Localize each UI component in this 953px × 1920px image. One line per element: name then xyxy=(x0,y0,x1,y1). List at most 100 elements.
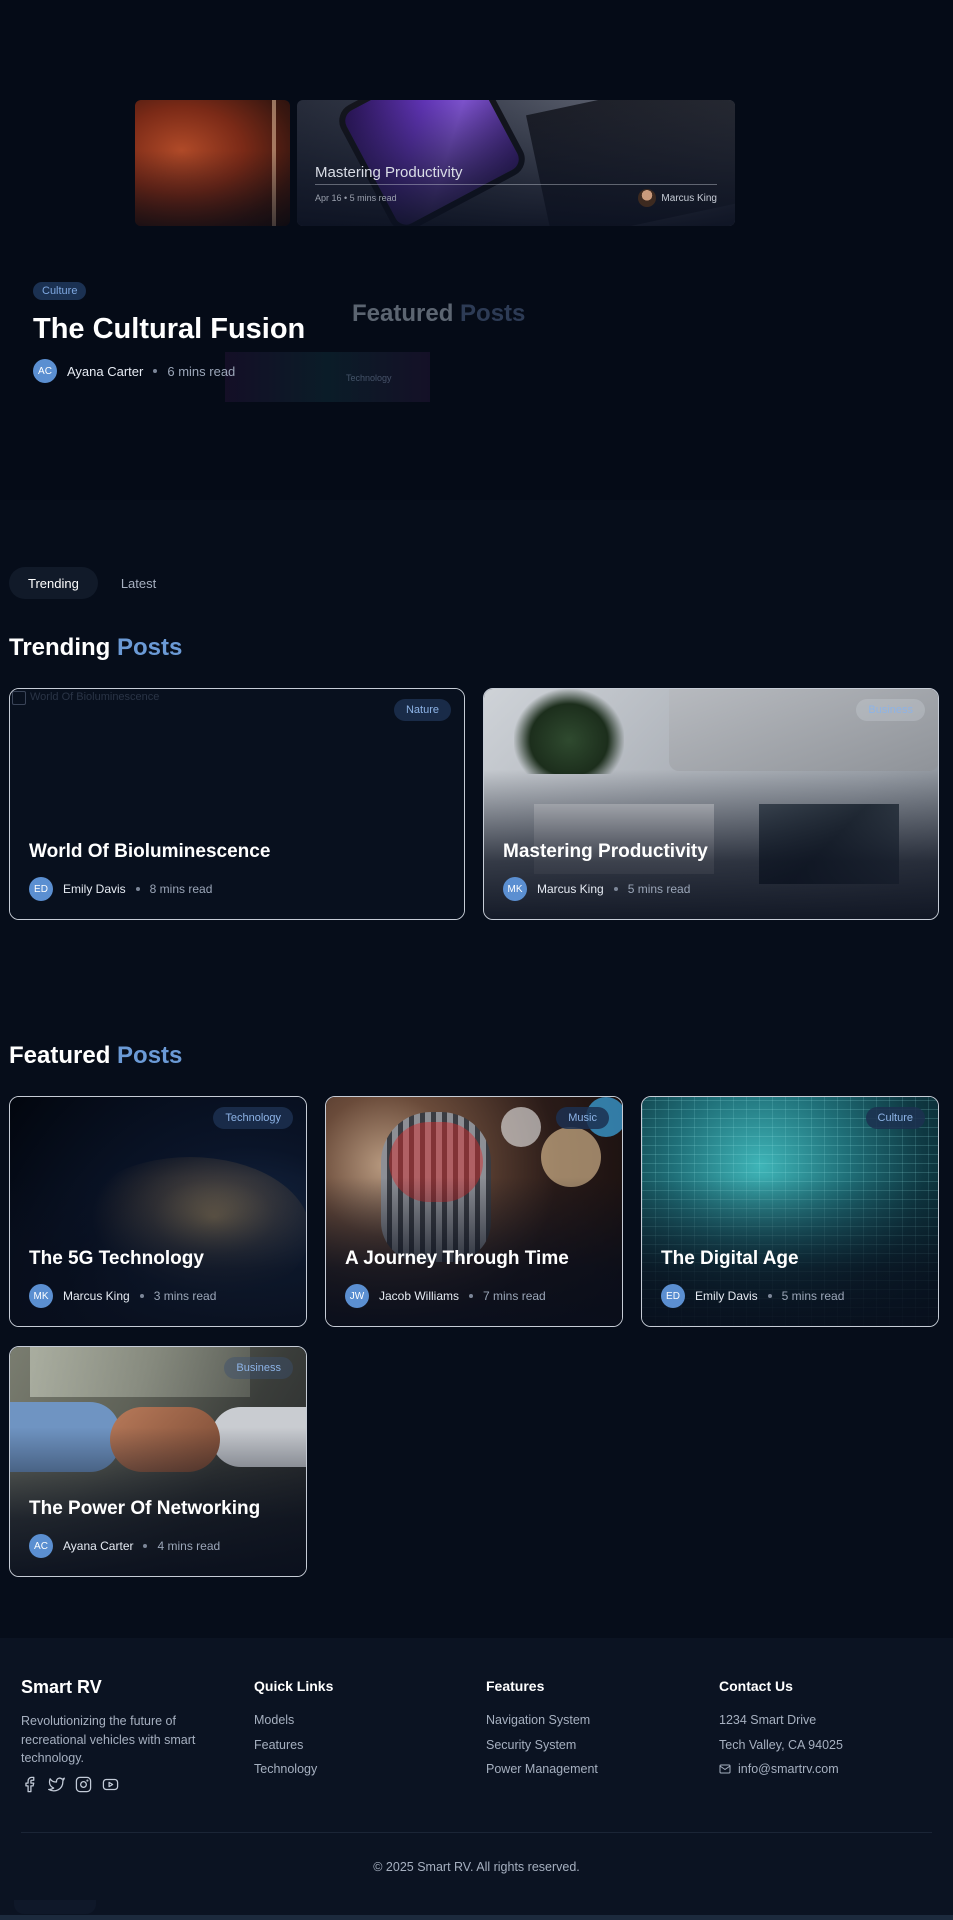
footer-link-models[interactable]: Models xyxy=(254,1708,333,1733)
contact-email-text: info@smartrv.com xyxy=(738,1762,839,1777)
mail-icon xyxy=(719,1764,731,1774)
footer-features: Features Navigation System Security Syst… xyxy=(486,1678,598,1782)
slide-author: Marcus King xyxy=(638,189,717,207)
post-title[interactable]: The 5G Technology xyxy=(29,1248,204,1270)
footer-link-technology[interactable]: Technology xyxy=(254,1757,333,1782)
avatar: JW xyxy=(345,1284,369,1308)
ghost-title-primary: Featured xyxy=(352,300,461,327)
bottom-border xyxy=(0,1915,953,1920)
avatar: MK xyxy=(503,877,527,901)
footer-link-features[interactable]: Features xyxy=(254,1733,333,1758)
read-time: 8 mins read xyxy=(149,882,213,896)
footer-heading: Quick Links xyxy=(254,1678,334,1694)
footer-heading: Features xyxy=(486,1678,545,1694)
author-name: Jacob Williams xyxy=(379,1289,460,1303)
avatar: ED xyxy=(661,1284,685,1308)
post-title[interactable]: A Journey Through Time xyxy=(345,1248,569,1270)
slide-author-name: Marcus King xyxy=(661,192,717,204)
separator-dot xyxy=(153,369,158,373)
separator-dot xyxy=(469,1294,474,1298)
slide-title: Mastering Productivity xyxy=(315,164,463,181)
post-card[interactable]: World Of Bioluminescence Nature World Of… xyxy=(9,688,465,920)
section-title-accent: Posts xyxy=(117,634,183,661)
section-title-accent: Posts xyxy=(117,1042,183,1069)
post-card[interactable]: Culture The Digital Age ED Emily Davis 5… xyxy=(641,1096,939,1327)
read-time: 7 mins read xyxy=(483,1289,546,1303)
post-tabs: Trending Latest xyxy=(9,567,175,599)
avatar: AC xyxy=(33,359,57,383)
separator-dot xyxy=(613,887,618,891)
post-card[interactable]: Business The Power Of Networking AC Ayan… xyxy=(9,1346,307,1577)
post-meta: JW Jacob Williams 7 mins read xyxy=(345,1284,546,1308)
slide-image-fabric xyxy=(525,100,735,226)
author-name: Ayana Carter xyxy=(63,1539,134,1553)
category-badge[interactable]: Technology xyxy=(213,1107,293,1129)
contact-address-line2: Tech Valley, CA 94025 xyxy=(719,1737,843,1752)
separator-dot xyxy=(135,887,140,891)
category-badge[interactable]: Business xyxy=(856,699,925,721)
post-meta: MK Marcus King 3 mins read xyxy=(29,1284,216,1308)
category-badge[interactable]: Business xyxy=(224,1357,293,1379)
social-links xyxy=(21,1776,119,1793)
post-title[interactable]: The Digital Age xyxy=(661,1248,799,1270)
avatar: MK xyxy=(29,1284,53,1308)
read-time: 4 mins read xyxy=(157,1539,221,1553)
category-badge[interactable]: Nature xyxy=(393,699,451,721)
read-time: 5 mins read xyxy=(781,1289,845,1303)
hero-category-badge[interactable]: Culture xyxy=(33,282,87,300)
slide-image-detail xyxy=(272,100,276,226)
tab-trending[interactable]: Trending xyxy=(9,567,98,599)
read-time: 6 mins read xyxy=(167,363,236,379)
footer-link-navigation-system[interactable]: Navigation System xyxy=(486,1708,598,1733)
footer-divider xyxy=(21,1832,932,1833)
post-meta: ED Emily Davis 5 mins read xyxy=(661,1284,844,1308)
author-name: Ayana Carter xyxy=(67,363,144,379)
facebook-icon[interactable] xyxy=(21,1776,38,1793)
hero-title[interactable]: The Cultural Fusion xyxy=(33,313,305,346)
twitter-icon[interactable] xyxy=(48,1776,65,1793)
contact-email[interactable]: info@smartrv.com xyxy=(719,1757,843,1782)
separator-dot xyxy=(767,1294,772,1298)
section-title-primary: Featured xyxy=(9,1042,118,1069)
author-name: Emily Davis xyxy=(695,1289,758,1303)
slide-image-phone xyxy=(332,100,532,226)
separator-dot xyxy=(143,1544,148,1548)
hero-slide-thumbnail-current[interactable]: Mastering Productivity Apr 16 • 5 mins r… xyxy=(297,100,735,226)
post-title[interactable]: Mastering Productivity xyxy=(503,841,708,863)
post-card[interactable]: Technology The 5G Technology MK Marcus K… xyxy=(9,1096,307,1327)
trending-section-title: Trending Posts xyxy=(9,634,182,662)
tab-latest[interactable]: Latest xyxy=(102,567,175,599)
footer-description: Revolutionizing the future of recreation… xyxy=(21,1714,196,1765)
hero-ghost-tag: Technology xyxy=(346,373,392,383)
post-card[interactable]: Music A Journey Through Time JW Jacob Wi… xyxy=(325,1096,623,1327)
post-title[interactable]: World Of Bioluminescence xyxy=(29,841,270,863)
footer-quick-links: Quick Links Models Features Technology xyxy=(254,1678,333,1782)
footer-heading: Contact Us xyxy=(719,1678,793,1694)
category-badge[interactable]: Culture xyxy=(865,1107,925,1129)
footer-link-security-system[interactable]: Security System xyxy=(486,1733,598,1758)
copyright: © 2025 Smart RV. All rights reserved. xyxy=(373,1860,580,1874)
post-card[interactable]: Business Mastering Productivity MK Marcu… xyxy=(483,688,939,920)
author-name: Marcus King xyxy=(537,882,604,896)
read-time: 5 mins read xyxy=(627,882,691,896)
post-meta: MK Marcus King 5 mins read xyxy=(503,877,690,901)
footer-brand[interactable]: Smart RV xyxy=(21,1677,102,1698)
separator-dot xyxy=(139,1294,144,1298)
hero-meta: AC Ayana Carter 6 mins read xyxy=(33,359,235,383)
post-title[interactable]: The Power Of Networking xyxy=(29,1498,260,1520)
broken-image-icon xyxy=(12,691,26,705)
youtube-icon[interactable] xyxy=(102,1776,119,1793)
featured-section-title: Featured Posts xyxy=(9,1042,182,1070)
footer-contact: Contact Us 1234 Smart Drive Tech Valley,… xyxy=(719,1678,843,1782)
avatar xyxy=(638,189,657,207)
author-name: Emily Davis xyxy=(63,882,126,896)
category-badge[interactable]: Music xyxy=(556,1107,609,1129)
hero-carousel: Mastering Productivity Apr 16 • 5 mins r… xyxy=(0,0,953,500)
footer-link-power-management[interactable]: Power Management xyxy=(486,1757,598,1782)
instagram-icon[interactable] xyxy=(75,1776,92,1793)
hero-ghost-heading: Featured Posts xyxy=(352,300,525,328)
avatar: ED xyxy=(29,877,53,901)
avatar: AC xyxy=(29,1534,53,1558)
floating-widget-edge xyxy=(14,1900,96,1914)
hero-slide-thumbnail-prev[interactable] xyxy=(135,100,290,226)
